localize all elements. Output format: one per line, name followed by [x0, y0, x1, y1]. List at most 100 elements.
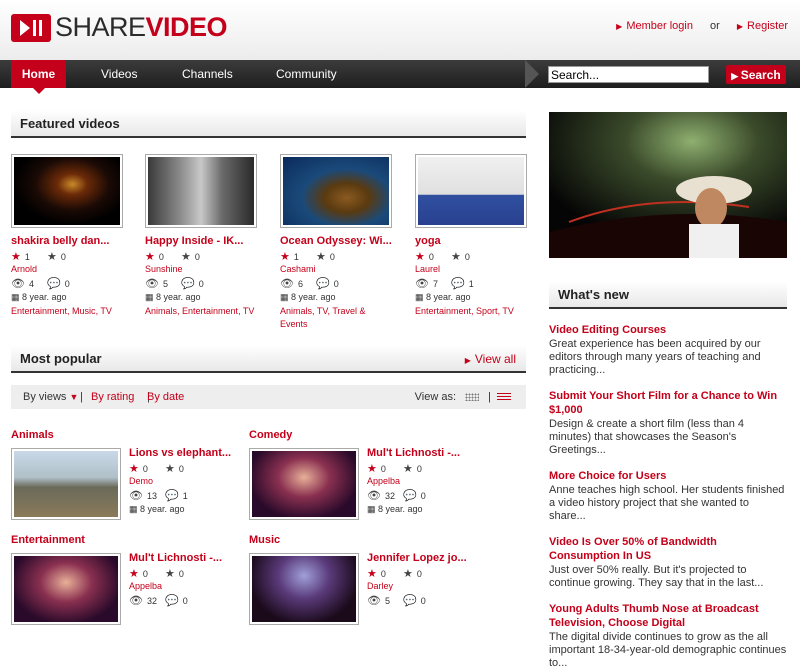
star-icon[interactable]: ★ — [367, 567, 377, 580]
rating-count: 0 — [416, 568, 422, 579]
category-link[interactable]: Entertainment — [415, 306, 471, 316]
category-title[interactable]: Entertainment — [11, 534, 251, 546]
nav-community[interactable]: Community — [276, 60, 337, 88]
video-user[interactable]: Sunshine — [145, 264, 257, 274]
video-thumbnail[interactable] — [11, 154, 123, 228]
rating-count: 1 — [24, 251, 30, 262]
star-icon[interactable]: ★ — [129, 462, 139, 475]
stats-row: 👁 6 💬 0 — [280, 277, 392, 290]
star-icon[interactable]: ★ — [181, 250, 191, 263]
star-icon[interactable]: ★ — [415, 250, 425, 263]
video-info: Mul't Lichnosti -... ★ 0 ★ 0 Appelba 👁 32 💬… — [129, 552, 259, 607]
play-pause-logo-icon — [11, 13, 51, 42]
sort-by-views[interactable]: By views ▼ — [23, 391, 78, 403]
video-thumbnail[interactable] — [11, 553, 121, 625]
video-user[interactable]: Laurel — [415, 264, 527, 274]
news-title-link[interactable]: Video Editing Courses — [549, 323, 787, 337]
star-icon[interactable]: ★ — [145, 250, 155, 263]
video-user[interactable]: Appelba — [129, 581, 259, 591]
video-title[interactable]: Jennifer Lopez jo... — [367, 552, 497, 564]
video-title[interactable]: Lions vs elephant... — [129, 447, 259, 459]
star-icon[interactable]: ★ — [367, 462, 377, 475]
views-count: 7 — [432, 278, 438, 289]
video-thumbnail[interactable] — [249, 448, 359, 520]
star-icon[interactable]: ★ — [280, 250, 290, 263]
star-icon[interactable]: ★ — [316, 250, 326, 263]
video-thumbnail[interactable] — [415, 154, 527, 228]
video-thumbnail[interactable] — [249, 553, 359, 625]
nav-channels[interactable]: Channels — [182, 60, 233, 88]
category-link[interactable]: TV — [243, 306, 255, 316]
nav-divider — [525, 60, 539, 88]
views-count: 32 — [146, 595, 157, 606]
search-button[interactable]: ▶ Search — [726, 65, 786, 84]
views-count: 6 — [297, 278, 303, 289]
video-title[interactable]: yoga — [415, 235, 527, 247]
news-title-link[interactable]: Submit Your Short Film for a Chance to W… — [549, 389, 787, 417]
category-link[interactable]: Sport — [476, 306, 498, 316]
comments-count: 0 — [420, 490, 426, 501]
sort-by-rating[interactable]: By rating — [91, 391, 134, 403]
rating-count: 0 — [329, 251, 335, 262]
category-link[interactable]: Music — [72, 306, 96, 316]
search-input[interactable] — [548, 66, 709, 83]
calendar-icon: ▦ — [129, 504, 141, 514]
star-icon[interactable]: ★ — [403, 567, 413, 580]
nav-videos[interactable]: Videos — [101, 60, 137, 88]
video-card[interactable]: Ocean Odyssey: Wi... ★ 1 ★ 0 Cashami 👁 6 💬 0… — [280, 154, 392, 331]
grid-view-icon[interactable] — [465, 393, 480, 402]
video-title[interactable]: Mul't Lichnosti -... — [129, 552, 259, 564]
news-body: The digital divide continues to grow as … — [549, 631, 787, 669]
sort-by-date[interactable]: By date — [147, 391, 184, 403]
star-icon[interactable]: ★ — [47, 250, 57, 263]
video-title[interactable]: Mul't Lichnosti -... — [367, 447, 497, 459]
calendar-icon: ▦ — [280, 292, 292, 302]
video-thumbnail[interactable] — [11, 448, 121, 520]
star-icon[interactable]: ★ — [403, 462, 413, 475]
star-icon[interactable]: ★ — [11, 250, 21, 263]
star-icon[interactable]: ★ — [129, 567, 139, 580]
star-icon[interactable]: ★ — [451, 250, 461, 263]
video-user[interactable]: Appelba — [367, 476, 497, 486]
category-title[interactable]: Comedy — [249, 429, 489, 441]
category-link[interactable]: Animals — [145, 306, 177, 316]
category-title[interactable]: Music — [249, 534, 489, 546]
news-title-link[interactable]: More Choice for Users — [549, 469, 787, 483]
category-title[interactable]: Animals — [11, 429, 251, 441]
register-link[interactable]: ▶ Register — [737, 20, 788, 32]
category-link[interactable]: Animals — [280, 306, 312, 316]
category-link[interactable]: Travel & — [332, 306, 365, 316]
video-card[interactable]: yoga ★ 0 ★ 0 Laurel 👁 7 💬 1 ▦ 8 year. ago En… — [415, 154, 527, 318]
video-thumbnail[interactable] — [280, 154, 392, 228]
whats-new-header: What's new — [549, 281, 787, 309]
site-logo[interactable]: SHAREVIDEO — [11, 12, 228, 43]
news-title-link[interactable]: Young Adults Thumb Nose at Broadcast Tel… — [549, 602, 787, 630]
category-link[interactable]: Entertainment — [11, 306, 67, 316]
video-user[interactable]: Demo — [129, 476, 259, 486]
category-link[interactable]: Entertainment — [182, 306, 238, 316]
video-title[interactable]: shakira belly dan... — [11, 235, 123, 247]
category-link[interactable]: TV — [317, 306, 328, 316]
rating-row: ★ 0 ★ 0 — [129, 567, 259, 580]
video-card[interactable]: shakira belly dan... ★ 1 ★ 0 Arnold 👁 4 💬 0 … — [11, 154, 123, 318]
category-link[interactable]: TV — [502, 306, 514, 316]
nav-home[interactable]: Home — [11, 60, 66, 94]
video-user[interactable]: Darley — [367, 581, 497, 591]
video-title[interactable]: Ocean Odyssey: Wi... — [280, 235, 392, 247]
list-view-icon[interactable] — [497, 392, 511, 402]
video-card[interactable]: Happy Inside - IK... ★ 0 ★ 0 Sunshine 👁 5 💬… — [145, 154, 257, 318]
video-user[interactable]: Arnold — [11, 264, 123, 274]
member-login-link[interactable]: ▶ Member login — [616, 20, 693, 32]
star-icon[interactable]: ★ — [165, 462, 175, 475]
category-link[interactable]: TV — [100, 306, 112, 316]
view-all-link[interactable]: ▶ View all — [465, 352, 516, 366]
hero-video[interactable] — [549, 112, 787, 258]
eye-icon: 👁 — [129, 595, 143, 607]
category-link[interactable]: Events — [280, 319, 308, 329]
news-title-link[interactable]: Video Is Over 50% of Bandwidth Consumpti… — [549, 535, 787, 563]
rating-count: 0 — [142, 568, 148, 579]
video-title[interactable]: Happy Inside - IK... — [145, 235, 257, 247]
star-icon[interactable]: ★ — [165, 567, 175, 580]
video-user[interactable]: Cashami — [280, 264, 392, 274]
video-thumbnail[interactable] — [145, 154, 257, 228]
